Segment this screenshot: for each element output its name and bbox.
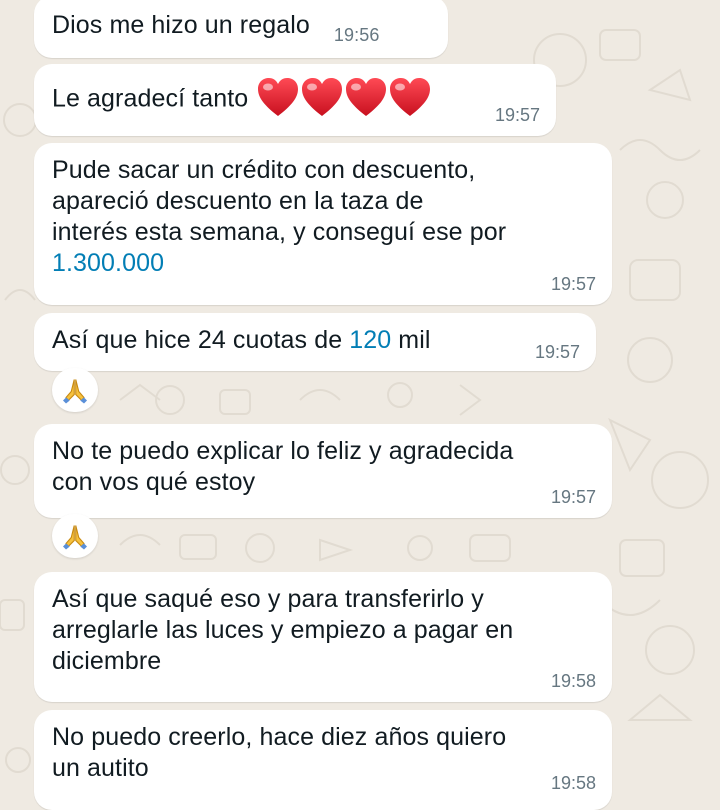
- heart-icon: [343, 76, 389, 120]
- message-line: con vos qué estoy: [52, 468, 256, 496]
- message-time: 19:57: [494, 105, 540, 125]
- message-bubble[interactable]: Pude sacar un crédito con descuento, apa…: [34, 143, 612, 305]
- message-bubble[interactable]: Dios me hizo un regalo 19:56: [34, 0, 448, 58]
- message-line: Así que saqué eso y para transferirlo y: [52, 585, 484, 613]
- message-text-content: Así que hice 24 cuotas de: [52, 326, 350, 354]
- message-time: 19:57: [550, 274, 596, 294]
- praying-hands-icon: [60, 375, 90, 405]
- message-line: No te puedo explicar lo feliz y agradeci…: [52, 437, 514, 465]
- reaction-badge[interactable]: [52, 368, 98, 412]
- message-time: 19:56: [333, 25, 380, 45]
- message-text-content: mil: [391, 326, 431, 354]
- heart-icon: [255, 76, 301, 120]
- message-line: arreglarle las luces y empiezo a pagar e…: [52, 616, 514, 644]
- message-bubble[interactable]: Le agradecí tanto 19:57: [34, 64, 556, 136]
- message-time: 19:58: [550, 773, 596, 793]
- message-line: un autito: [52, 754, 149, 782]
- message-bubble[interactable]: No te puedo explicar lo feliz y agradeci…: [34, 424, 612, 518]
- heart-icon: [299, 76, 345, 120]
- message-text: Dios me hizo un regalo 19:56: [52, 10, 430, 45]
- heart-icon: [387, 76, 433, 120]
- message-line: diciembre: [52, 647, 162, 675]
- message-text-content: Dios me hizo un regalo: [52, 11, 310, 39]
- message-bubble[interactable]: Así que saqué eso y para transferirlo y …: [34, 572, 612, 702]
- message-bubble[interactable]: No puedo creerlo, hace diez años quiero …: [34, 710, 612, 810]
- number-link[interactable]: 120: [349, 326, 391, 354]
- message-time: 19:57: [534, 342, 580, 362]
- phone-number-link[interactable]: 1.300.000: [52, 249, 164, 277]
- praying-hands-icon: [60, 521, 90, 551]
- message-line: apareció descuento en la taza de: [52, 187, 424, 215]
- message-line: No puedo creerlo, hace diez años quiero: [52, 723, 507, 751]
- message-line: interés esta semana, y conseguí ese por: [52, 218, 507, 246]
- message-text: Le agradecí tanto: [52, 78, 538, 122]
- message-text: Así que hice 24 cuotas de 120 mil: [52, 325, 578, 356]
- message-time: 19:58: [550, 671, 596, 691]
- message-bubble[interactable]: Así que hice 24 cuotas de 120 mil 19:57: [34, 313, 596, 371]
- message-time: 19:57: [550, 487, 596, 507]
- heart-emojis: [255, 76, 431, 120]
- message-line: Pude sacar un crédito con descuento,: [52, 156, 476, 184]
- reaction-badge[interactable]: [52, 514, 98, 558]
- message-text-content: Le agradecí tanto: [52, 84, 249, 113]
